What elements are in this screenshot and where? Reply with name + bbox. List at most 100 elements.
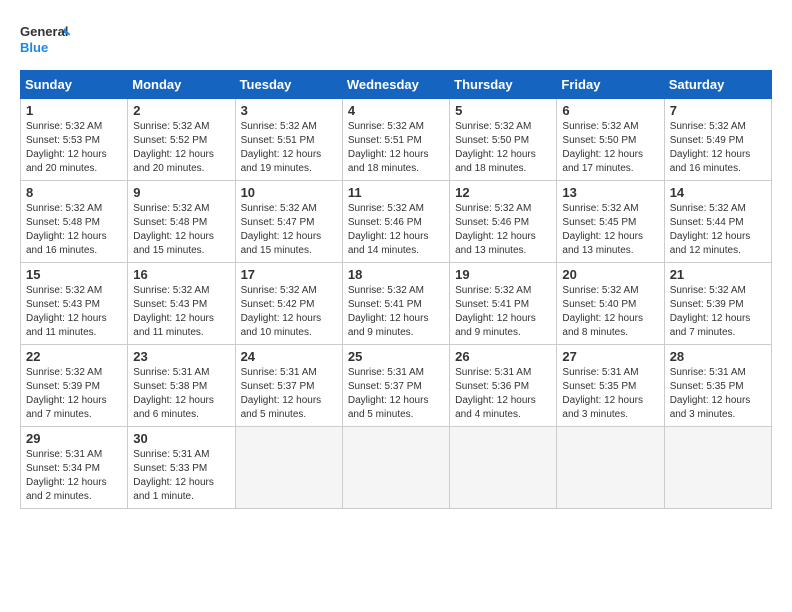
calendar-cell: 13 Sunrise: 5:32 AM Sunset: 5:45 PM Dayl…: [557, 181, 664, 263]
sunrise-label: Sunrise: 5:31 AM: [455, 367, 531, 378]
calendar-cell: 3 Sunrise: 5:32 AM Sunset: 5:51 PM Dayli…: [235, 99, 342, 181]
day-number: 28: [670, 349, 766, 364]
sunrise-label: Sunrise: 5:31 AM: [241, 367, 317, 378]
daylight-label: Daylight: 12 hours and 5 minutes.: [348, 395, 429, 420]
day-number: 26: [455, 349, 551, 364]
day-number: 21: [670, 267, 766, 282]
sunrise-label: Sunrise: 5:32 AM: [133, 121, 209, 132]
sunrise-label: Sunrise: 5:32 AM: [348, 121, 424, 132]
day-number: 18: [348, 267, 444, 282]
day-info: Sunrise: 5:32 AM Sunset: 5:43 PM Dayligh…: [26, 284, 122, 340]
daylight-label: Daylight: 12 hours and 18 minutes.: [455, 149, 536, 174]
calendar-cell: 12 Sunrise: 5:32 AM Sunset: 5:46 PM Dayl…: [450, 181, 557, 263]
calendar-cell: [557, 427, 664, 509]
day-number: 24: [241, 349, 337, 364]
day-info: Sunrise: 5:32 AM Sunset: 5:52 PM Dayligh…: [133, 120, 229, 176]
weekday-header-sunday: Sunday: [21, 71, 128, 99]
daylight-label: Daylight: 12 hours and 19 minutes.: [241, 149, 322, 174]
weekday-header-row: SundayMondayTuesdayWednesdayThursdayFrid…: [21, 71, 772, 99]
sunrise-label: Sunrise: 5:32 AM: [348, 203, 424, 214]
page-header: General Blue: [20, 20, 772, 60]
day-info: Sunrise: 5:32 AM Sunset: 5:51 PM Dayligh…: [348, 120, 444, 176]
calendar-cell: [664, 427, 771, 509]
sunrise-label: Sunrise: 5:31 AM: [133, 449, 209, 460]
calendar-cell: 10 Sunrise: 5:32 AM Sunset: 5:47 PM Dayl…: [235, 181, 342, 263]
sunrise-label: Sunrise: 5:31 AM: [348, 367, 424, 378]
daylight-label: Daylight: 12 hours and 7 minutes.: [26, 395, 107, 420]
day-info: Sunrise: 5:32 AM Sunset: 5:50 PM Dayligh…: [455, 120, 551, 176]
sunrise-label: Sunrise: 5:32 AM: [241, 121, 317, 132]
calendar-cell: 28 Sunrise: 5:31 AM Sunset: 5:35 PM Dayl…: [664, 345, 771, 427]
day-info: Sunrise: 5:32 AM Sunset: 5:46 PM Dayligh…: [348, 202, 444, 258]
daylight-label: Daylight: 12 hours and 3 minutes.: [562, 395, 643, 420]
calendar-week-row: 22 Sunrise: 5:32 AM Sunset: 5:39 PM Dayl…: [21, 345, 772, 427]
sunrise-label: Sunrise: 5:32 AM: [241, 203, 317, 214]
calendar-cell: [342, 427, 449, 509]
day-number: 14: [670, 185, 766, 200]
daylight-label: Daylight: 12 hours and 16 minutes.: [670, 149, 751, 174]
calendar-cell: 7 Sunrise: 5:32 AM Sunset: 5:49 PM Dayli…: [664, 99, 771, 181]
svg-text:General: General: [20, 24, 68, 39]
day-number: 7: [670, 103, 766, 118]
day-info: Sunrise: 5:32 AM Sunset: 5:50 PM Dayligh…: [562, 120, 658, 176]
sunset-label: Sunset: 5:36 PM: [455, 381, 529, 392]
sunrise-label: Sunrise: 5:32 AM: [562, 203, 638, 214]
sunrise-label: Sunrise: 5:32 AM: [670, 203, 746, 214]
daylight-label: Daylight: 12 hours and 10 minutes.: [241, 313, 322, 338]
sunset-label: Sunset: 5:43 PM: [133, 299, 207, 310]
day-info: Sunrise: 5:31 AM Sunset: 5:35 PM Dayligh…: [562, 366, 658, 422]
sunset-label: Sunset: 5:40 PM: [562, 299, 636, 310]
sunset-label: Sunset: 5:41 PM: [455, 299, 529, 310]
sunset-label: Sunset: 5:51 PM: [241, 135, 315, 146]
weekday-header-saturday: Saturday: [664, 71, 771, 99]
calendar-cell: 29 Sunrise: 5:31 AM Sunset: 5:34 PM Dayl…: [21, 427, 128, 509]
sunset-label: Sunset: 5:52 PM: [133, 135, 207, 146]
sunset-label: Sunset: 5:33 PM: [133, 463, 207, 474]
calendar-week-row: 8 Sunrise: 5:32 AM Sunset: 5:48 PM Dayli…: [21, 181, 772, 263]
weekday-header-thursday: Thursday: [450, 71, 557, 99]
daylight-label: Daylight: 12 hours and 9 minutes.: [455, 313, 536, 338]
weekday-header-friday: Friday: [557, 71, 664, 99]
sunset-label: Sunset: 5:48 PM: [133, 217, 207, 228]
day-number: 19: [455, 267, 551, 282]
day-info: Sunrise: 5:32 AM Sunset: 5:45 PM Dayligh…: [562, 202, 658, 258]
calendar-cell: 30 Sunrise: 5:31 AM Sunset: 5:33 PM Dayl…: [128, 427, 235, 509]
calendar-cell: 1 Sunrise: 5:32 AM Sunset: 5:53 PM Dayli…: [21, 99, 128, 181]
day-info: Sunrise: 5:32 AM Sunset: 5:41 PM Dayligh…: [455, 284, 551, 340]
day-info: Sunrise: 5:31 AM Sunset: 5:38 PM Dayligh…: [133, 366, 229, 422]
calendar-cell: 22 Sunrise: 5:32 AM Sunset: 5:39 PM Dayl…: [21, 345, 128, 427]
sunrise-label: Sunrise: 5:31 AM: [670, 367, 746, 378]
svg-text:Blue: Blue: [20, 40, 48, 55]
day-info: Sunrise: 5:32 AM Sunset: 5:46 PM Dayligh…: [455, 202, 551, 258]
calendar-cell: 4 Sunrise: 5:32 AM Sunset: 5:51 PM Dayli…: [342, 99, 449, 181]
sunset-label: Sunset: 5:45 PM: [562, 217, 636, 228]
sunrise-label: Sunrise: 5:31 AM: [26, 449, 102, 460]
day-number: 20: [562, 267, 658, 282]
calendar-cell: [235, 427, 342, 509]
sunrise-label: Sunrise: 5:32 AM: [348, 285, 424, 296]
calendar-week-row: 1 Sunrise: 5:32 AM Sunset: 5:53 PM Dayli…: [21, 99, 772, 181]
daylight-label: Daylight: 12 hours and 16 minutes.: [26, 231, 107, 256]
calendar-cell: 23 Sunrise: 5:31 AM Sunset: 5:38 PM Dayl…: [128, 345, 235, 427]
sunrise-label: Sunrise: 5:32 AM: [670, 121, 746, 132]
calendar-cell: 8 Sunrise: 5:32 AM Sunset: 5:48 PM Dayli…: [21, 181, 128, 263]
logo: General Blue: [20, 20, 70, 60]
day-number: 10: [241, 185, 337, 200]
calendar-cell: 20 Sunrise: 5:32 AM Sunset: 5:40 PM Dayl…: [557, 263, 664, 345]
day-number: 4: [348, 103, 444, 118]
day-info: Sunrise: 5:31 AM Sunset: 5:37 PM Dayligh…: [241, 366, 337, 422]
calendar-cell: 9 Sunrise: 5:32 AM Sunset: 5:48 PM Dayli…: [128, 181, 235, 263]
calendar-cell: [450, 427, 557, 509]
sunrise-label: Sunrise: 5:32 AM: [26, 203, 102, 214]
daylight-label: Daylight: 12 hours and 5 minutes.: [241, 395, 322, 420]
daylight-label: Daylight: 12 hours and 20 minutes.: [133, 149, 214, 174]
sunset-label: Sunset: 5:50 PM: [455, 135, 529, 146]
day-number: 23: [133, 349, 229, 364]
calendar-cell: 2 Sunrise: 5:32 AM Sunset: 5:52 PM Dayli…: [128, 99, 235, 181]
day-number: 1: [26, 103, 122, 118]
day-info: Sunrise: 5:31 AM Sunset: 5:34 PM Dayligh…: [26, 448, 122, 504]
day-number: 16: [133, 267, 229, 282]
sunrise-label: Sunrise: 5:32 AM: [562, 121, 638, 132]
calendar-week-row: 15 Sunrise: 5:32 AM Sunset: 5:43 PM Dayl…: [21, 263, 772, 345]
day-number: 22: [26, 349, 122, 364]
